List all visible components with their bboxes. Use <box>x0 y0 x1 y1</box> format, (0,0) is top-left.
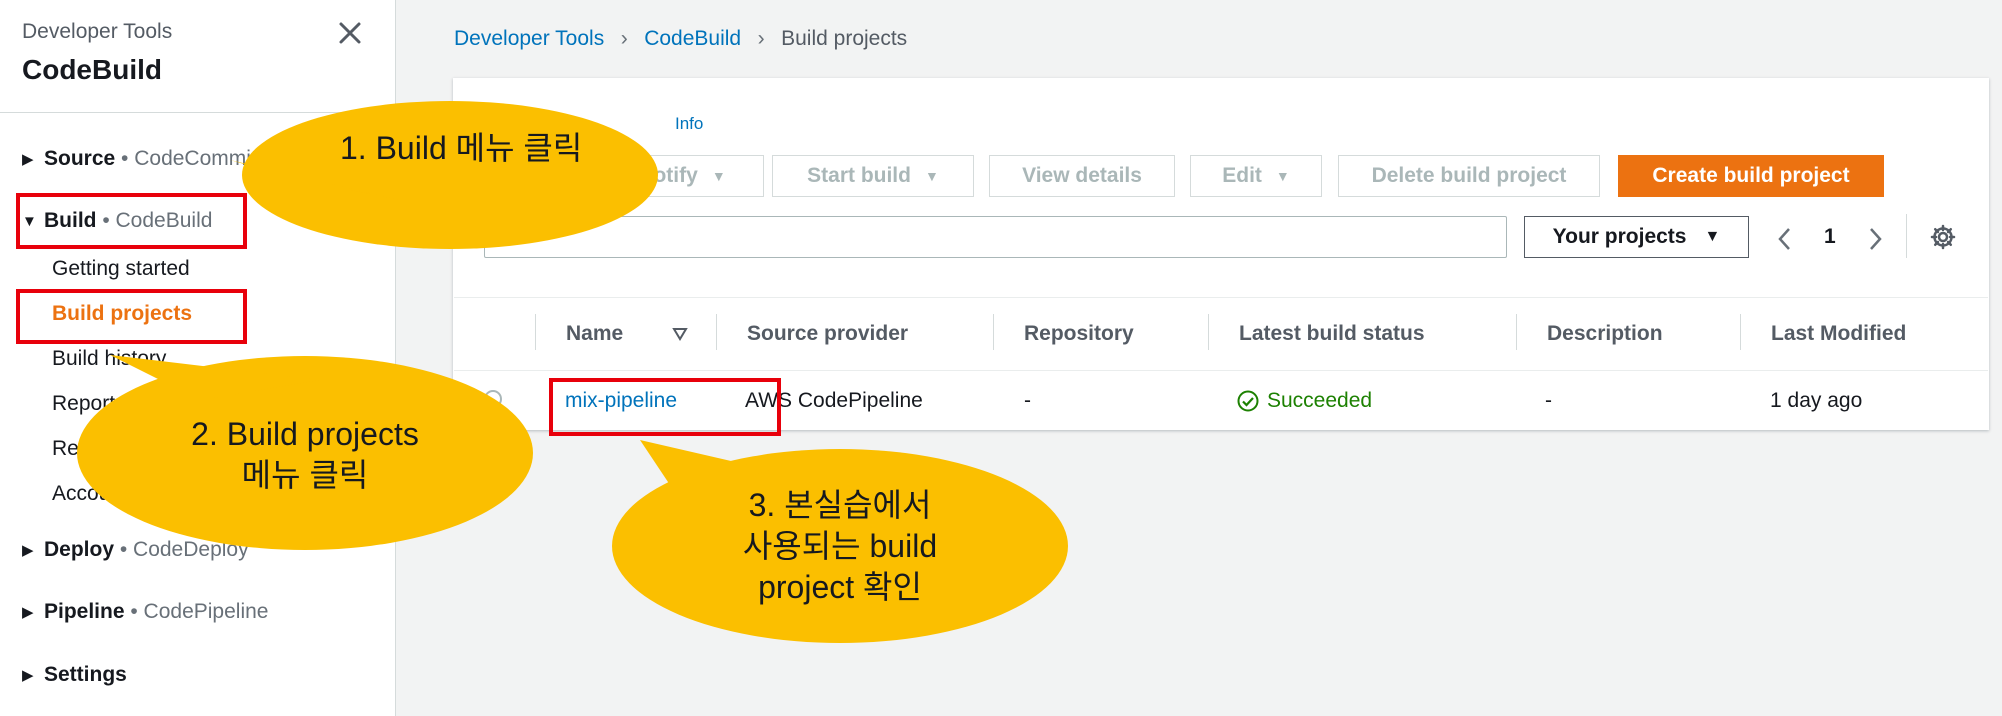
callout-step-2-text: 2. Build projects 메뉴 클릭 <box>175 414 435 496</box>
annotation-callouts <box>77 101 1068 643</box>
callout-step-3-line: project 확인 <box>758 569 922 605</box>
callout-step-1-text: 1. Build 메뉴 클릭 <box>340 130 583 166</box>
callout-step-2-line: 메뉴 클릭 <box>241 457 369 493</box>
callout-step-2-line: 2. Build projects <box>191 416 419 452</box>
callout-bubble-1 <box>242 101 658 249</box>
callout-step-3-line: 3. 본실습에서 <box>748 487 932 523</box>
callout-step-3-line: 사용되는 build <box>742 528 938 564</box>
callout-step-3-text: 3. 본실습에서 사용되는 build project 확인 <box>710 485 970 608</box>
